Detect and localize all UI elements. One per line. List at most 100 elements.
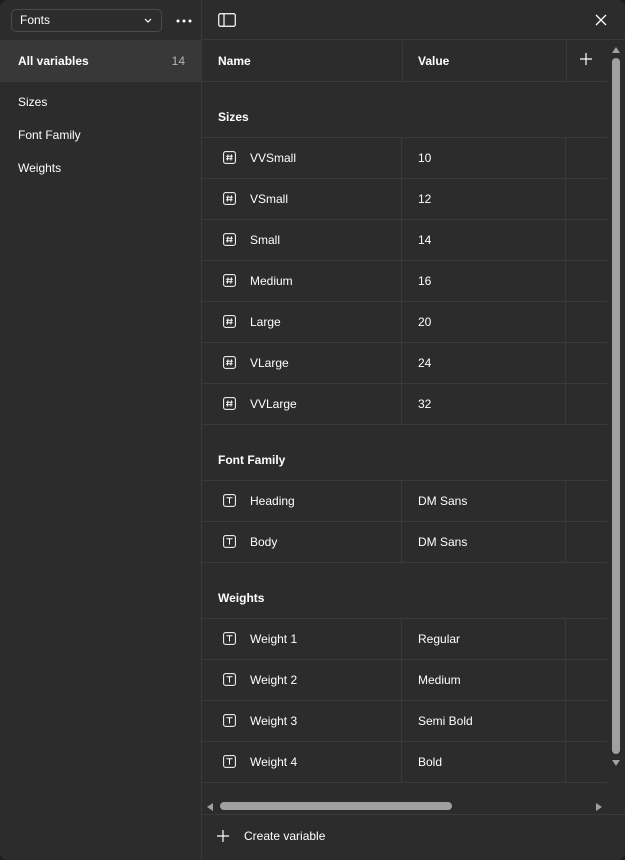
number-icon	[223, 192, 236, 205]
variable-value-cell[interactable]: Medium	[402, 660, 566, 700]
variable-name-cell[interactable]: Heading	[202, 481, 402, 521]
more-options-icon[interactable]	[173, 12, 195, 30]
create-variable-button[interactable]: Create variable	[216, 823, 336, 849]
variable-value-cell[interactable]: 32	[402, 384, 566, 424]
variable-value: DM Sans	[418, 535, 468, 549]
number-icon	[223, 315, 236, 328]
text-icon	[223, 494, 236, 507]
table-header: Name Value	[202, 41, 607, 82]
variable-name: Medium	[250, 274, 293, 288]
table-row[interactable]: Weight 4 Bold	[202, 742, 607, 783]
add-column-icon[interactable]	[579, 52, 593, 66]
number-icon	[223, 397, 236, 410]
column-header-value[interactable]: Value	[418, 41, 449, 81]
sidebar-toggle-icon[interactable]	[218, 13, 236, 27]
variable-value: 14	[418, 233, 432, 247]
sidebar-item-sizes[interactable]: Sizes	[18, 94, 188, 110]
group-title: Sizes	[218, 110, 249, 124]
variable-name-cell[interactable]: Weight 1	[202, 619, 402, 659]
toolbar	[202, 0, 625, 40]
variables-table-panel: Name Value Sizes VVSmall 10 VSmall 12 Small 14…	[202, 0, 625, 860]
variable-name-cell[interactable]: Weight 4	[202, 742, 402, 782]
variable-value: Medium	[418, 673, 461, 687]
variable-name-cell[interactable]: Weight 2	[202, 660, 402, 700]
variable-name-cell[interactable]: VLarge	[202, 343, 402, 383]
table-row[interactable]: Weight 1 Regular	[202, 619, 607, 660]
table-row[interactable]: Large 20	[202, 302, 607, 343]
variable-name: VLarge	[250, 356, 289, 370]
variable-value: Semi Bold	[418, 714, 473, 728]
variable-name: Body	[250, 535, 278, 549]
variable-name: VVSmall	[250, 151, 297, 165]
variable-value: 20	[418, 315, 432, 329]
column-divider[interactable]	[402, 41, 403, 81]
sidebar: Fonts All variables 14 Sizes Font Family…	[0, 0, 202, 860]
table-row[interactable]: Small 14	[202, 220, 607, 261]
variable-value: 32	[418, 397, 432, 411]
table-row[interactable]: Medium 16	[202, 261, 607, 302]
variable-value-cell[interactable]: Regular	[402, 619, 566, 659]
sidebar-item-all-variables[interactable]: All variables 14	[0, 41, 201, 82]
variable-value-cell[interactable]: Semi Bold	[402, 701, 566, 741]
scroll-down-arrow-icon[interactable]	[611, 759, 621, 767]
variable-value-cell[interactable]: 10	[402, 138, 566, 178]
number-icon	[223, 356, 236, 369]
variable-value-cell[interactable]: DM Sans	[402, 481, 566, 521]
scroll-right-arrow-icon[interactable]	[595, 802, 603, 812]
variable-value-cell[interactable]: 14	[402, 220, 566, 260]
variable-value: DM Sans	[418, 494, 468, 508]
vertical-scroll-thumb[interactable]	[612, 58, 620, 754]
plus-icon	[217, 830, 229, 842]
variables-window: Fonts All variables 14 Sizes Font Family…	[0, 0, 625, 860]
scroll-up-arrow-icon[interactable]	[611, 46, 621, 54]
text-icon	[223, 714, 236, 727]
sidebar-item-weights[interactable]: Weights	[18, 160, 188, 176]
vertical-scrollbar[interactable]	[607, 44, 625, 798]
variable-value-cell[interactable]: 12	[402, 179, 566, 219]
variable-value-cell[interactable]: 16	[402, 261, 566, 301]
table-row[interactable]: Body DM Sans	[202, 522, 607, 563]
variable-name-cell[interactable]: Body	[202, 522, 402, 562]
close-icon[interactable]	[594, 13, 608, 27]
variable-name: Heading	[250, 494, 295, 508]
number-icon	[223, 151, 236, 164]
table-row[interactable]: VVSmall 10	[202, 138, 607, 179]
variable-value-cell[interactable]: DM Sans	[402, 522, 566, 562]
variable-value-cell[interactable]: 20	[402, 302, 566, 342]
variable-value-cell[interactable]: Bold	[402, 742, 566, 782]
scroll-left-arrow-icon[interactable]	[206, 802, 214, 812]
horizontal-scrollbar[interactable]	[202, 798, 607, 814]
collection-select-label: Fonts	[20, 13, 51, 27]
column-divider[interactable]	[566, 41, 567, 81]
create-variable-label: Create variable	[244, 829, 326, 843]
table-row[interactable]: VLarge 24	[202, 343, 607, 384]
variable-name-cell[interactable]: Weight 3	[202, 701, 402, 741]
table-row[interactable]: Heading DM Sans	[202, 481, 607, 522]
all-variables-label: All variables	[18, 54, 89, 68]
table-row[interactable]: Weight 2 Medium	[202, 660, 607, 701]
collection-select[interactable]: Fonts	[11, 9, 162, 32]
variable-name-cell[interactable]: VSmall	[202, 179, 402, 219]
variable-value-cell[interactable]: 24	[402, 343, 566, 383]
table-row[interactable]: VSmall 12	[202, 179, 607, 220]
table-row[interactable]: Weight 3 Semi Bold	[202, 701, 607, 742]
variable-name-cell[interactable]: Medium	[202, 261, 402, 301]
variable-name: VSmall	[250, 192, 289, 206]
variable-name-cell[interactable]: Large	[202, 302, 402, 342]
variable-name: VVLarge	[250, 397, 297, 411]
variable-name: Weight 1	[250, 632, 298, 646]
variable-value: 16	[418, 274, 432, 288]
variable-name-cell[interactable]: VVSmall	[202, 138, 402, 178]
group-header: Weights	[202, 563, 607, 619]
group-title: Weights	[218, 591, 265, 605]
variable-value: Bold	[418, 755, 443, 769]
horizontal-scroll-thumb[interactable]	[220, 802, 452, 810]
table-body: Sizes VVSmall 10 VSmall 12 Small 14 Medium 16 Lar…	[202, 82, 607, 798]
variable-value: 10	[418, 151, 432, 165]
column-header-name[interactable]: Name	[218, 41, 251, 81]
sidebar-item-font-family[interactable]: Font Family	[18, 127, 188, 143]
text-icon	[223, 535, 236, 548]
variable-name-cell[interactable]: VVLarge	[202, 384, 402, 424]
variable-name-cell[interactable]: Small	[202, 220, 402, 260]
table-row[interactable]: VVLarge 32	[202, 384, 607, 425]
